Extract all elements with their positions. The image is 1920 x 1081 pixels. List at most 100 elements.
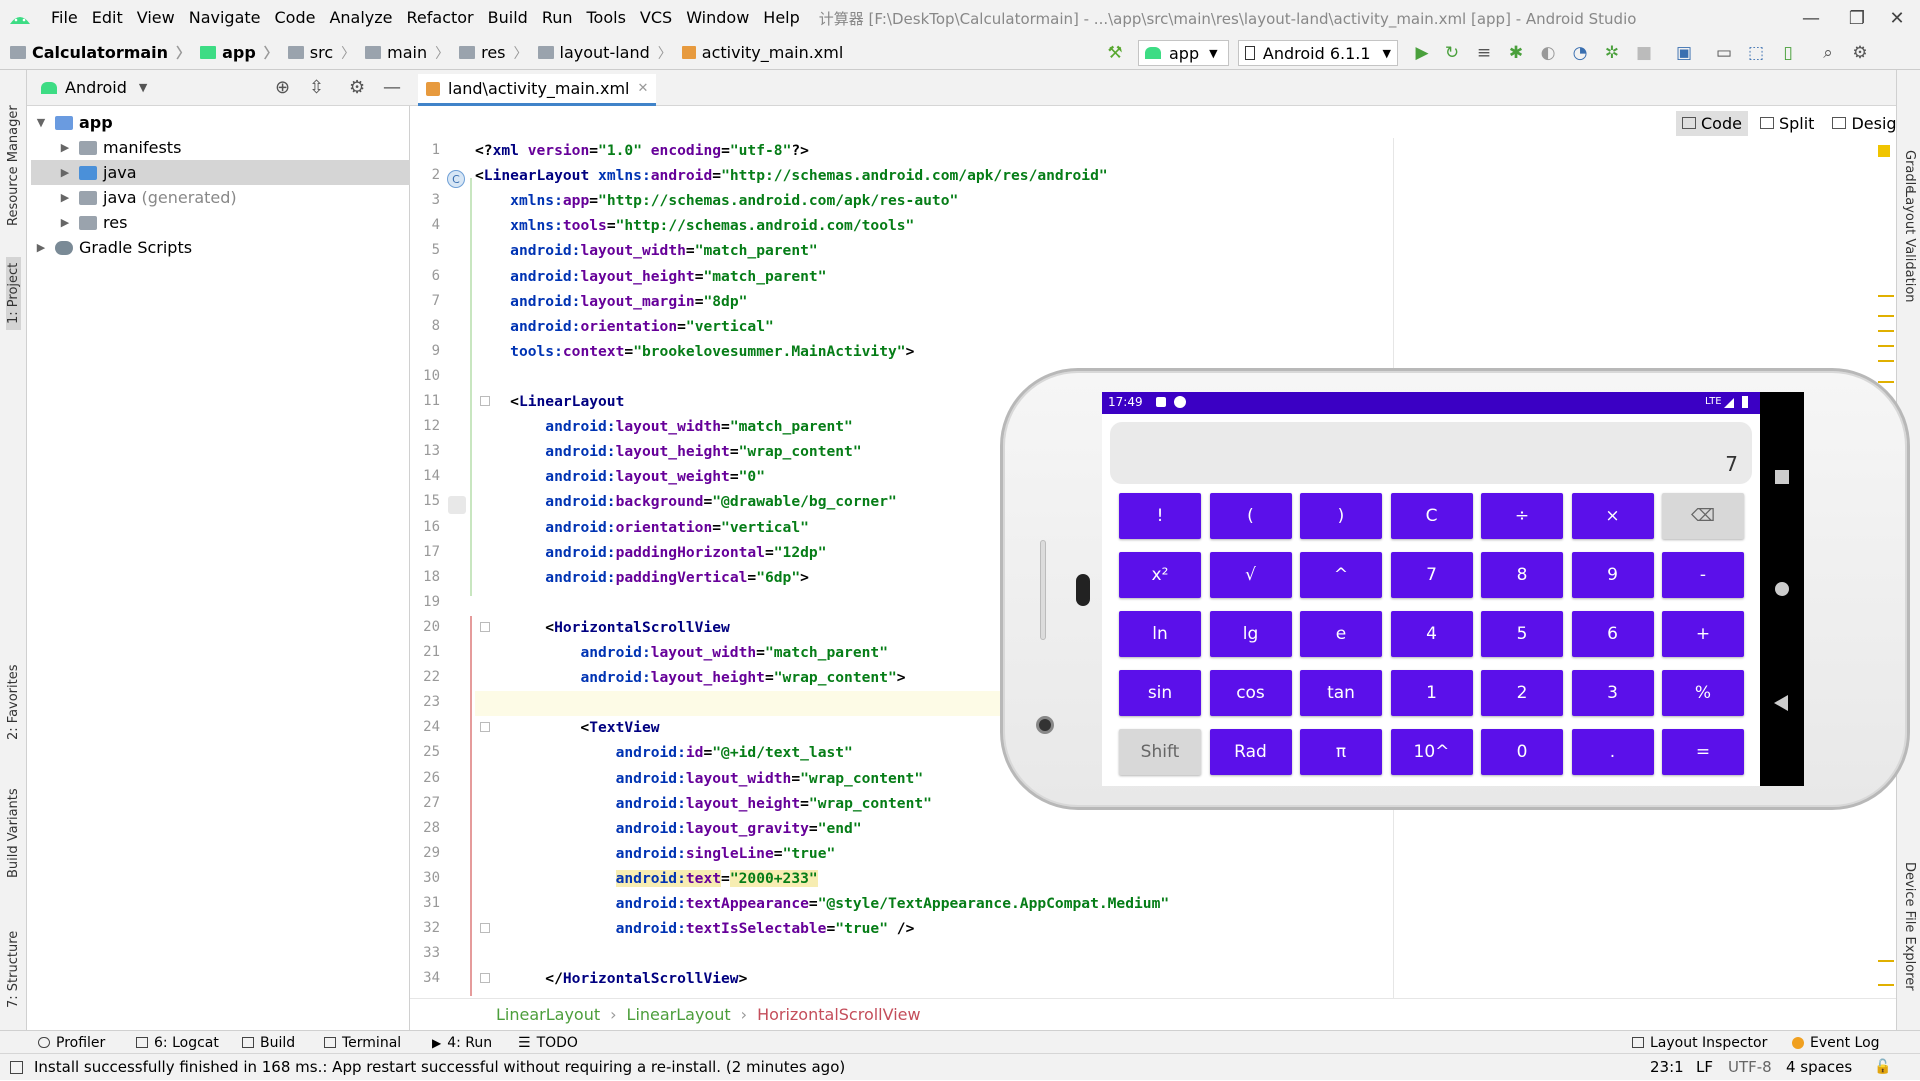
calc-key[interactable]: +	[1662, 611, 1744, 657]
locate-icon[interactable]: ⊕	[275, 77, 290, 98]
code-line[interactable]: android:layout_width="match_parent"	[475, 414, 853, 439]
calc-key[interactable]: ⌫	[1662, 493, 1744, 539]
breadcrumb-item[interactable]: activity_main.xml	[672, 43, 843, 62]
chevron-down-icon[interactable]: ▼	[35, 116, 47, 129]
line-separator[interactable]: LF	[1696, 1054, 1713, 1081]
tab-activity-main-xml[interactable]: land\activity_main.xml ✕	[418, 74, 657, 106]
build-variants-tab[interactable]: Build Variants	[6, 788, 21, 878]
calc-key[interactable]: Rad	[1209, 729, 1292, 775]
tree-item-res[interactable]: ▶ res	[31, 210, 410, 235]
menu-file[interactable]: File	[44, 0, 85, 36]
attach-debugger-icon[interactable]: ◐	[1536, 41, 1560, 65]
indent-setting[interactable]: 4 spaces	[1786, 1054, 1852, 1081]
breadcrumb-item[interactable]: res 〉	[449, 43, 528, 63]
run-icon[interactable]: ▶	[1410, 41, 1434, 65]
code-line[interactable]: android:text="2000+233"	[475, 866, 818, 891]
breadcrumb-item[interactable]: app 〉	[190, 43, 278, 63]
menu-vcs[interactable]: VCS	[633, 0, 679, 36]
code-line[interactable]: android:layout_height="wrap_content"	[475, 791, 932, 816]
warning-stripe-mark[interactable]	[1878, 295, 1894, 297]
code-line[interactable]: <HorizontalScrollView	[475, 615, 730, 640]
breadcrumb-horizontalscrollview[interactable]: HorizontalScrollView	[757, 1005, 921, 1024]
warning-stripe-mark[interactable]	[1878, 345, 1894, 347]
calc-key[interactable]: 8	[1481, 552, 1563, 598]
mode-split-button[interactable]: Split	[1754, 111, 1820, 136]
logcat-tab[interactable]: 6: Logcat	[136, 1031, 219, 1054]
menu-help[interactable]: Help	[756, 0, 806, 36]
warning-stripe-mark[interactable]	[1878, 360, 1894, 362]
gutter-color-preview-icon[interactable]	[448, 496, 466, 514]
layout-inspector-tab[interactable]: Layout Inspector	[1632, 1031, 1767, 1054]
code-line[interactable]: android:layout_height="wrap_content"	[475, 439, 861, 464]
run-tab[interactable]: ▶ 4: Run	[432, 1031, 492, 1054]
code-line[interactable]: android:layout_height="wrap_content">	[475, 665, 905, 690]
debug-icon[interactable]: ✱	[1504, 41, 1528, 65]
status-toggle-icon[interactable]	[10, 1061, 23, 1074]
apply-changes-icon[interactable]: ↻	[1440, 41, 1464, 65]
file-encoding[interactable]: UTF-8	[1728, 1054, 1772, 1081]
chevron-right-icon[interactable]: ▶	[59, 191, 71, 204]
calc-key[interactable]: 5	[1481, 611, 1563, 657]
calc-key[interactable]: 9	[1571, 552, 1654, 598]
calc-key[interactable]: √	[1209, 552, 1292, 598]
warning-stripe-mark[interactable]	[1878, 984, 1894, 986]
warning-stripe-mark[interactable]	[1878, 381, 1894, 383]
device-file-explorer-tab[interactable]: Device File Explorer	[1902, 862, 1917, 991]
close-tab-icon[interactable]: ✕	[637, 81, 648, 96]
tree-item-java[interactable]: ▶ java (generated)	[31, 185, 410, 210]
menu-build[interactable]: Build	[481, 0, 535, 36]
menu-run[interactable]: Run	[535, 0, 580, 36]
warning-stripe-mark[interactable]	[1878, 315, 1894, 317]
fold-marker-icon[interactable]	[480, 621, 490, 632]
calc-key[interactable]: 10^	[1390, 729, 1473, 775]
code-line[interactable]: <?xml version="1.0" encoding="utf-8"?>	[475, 138, 809, 163]
code-line[interactable]: android:singleLine="true"	[475, 841, 836, 866]
sdk-manager-icon[interactable]: ⬚	[1744, 41, 1768, 65]
code-line[interactable]: android:id="@+id/text_last"	[475, 740, 853, 765]
code-line[interactable]: android:layout_gravity="end"	[475, 816, 862, 841]
back-icon[interactable]	[1774, 695, 1788, 711]
calc-key[interactable]: 0	[1481, 729, 1563, 775]
resource-manager-tab[interactable]: Resource Manager	[6, 105, 21, 226]
device-combo[interactable]: Android 6.1.1 ▼	[1238, 40, 1398, 66]
chevron-right-icon[interactable]: ▶	[59, 216, 71, 229]
terminal-tab[interactable]: Terminal	[324, 1031, 401, 1054]
calc-key[interactable]: )	[1300, 493, 1382, 539]
calc-key[interactable]: ln	[1119, 611, 1201, 657]
build-tab[interactable]: Build	[242, 1031, 295, 1054]
recents-icon[interactable]	[1775, 470, 1789, 484]
attach-process-icon[interactable]: ✲	[1600, 41, 1624, 65]
calc-key[interactable]: tan	[1300, 670, 1382, 716]
warning-stripe-mark[interactable]	[1878, 330, 1894, 332]
tree-item-manifests[interactable]: ▶ manifests	[31, 135, 410, 160]
profile-icon[interactable]: ◔	[1568, 41, 1592, 65]
breadcrumb-item[interactable]: main 〉	[355, 43, 449, 63]
menu-window[interactable]: Window	[679, 0, 756, 36]
calc-key[interactable]: lg	[1209, 611, 1292, 657]
code-line[interactable]: android:textAppearance="@style/TextAppea…	[475, 891, 1170, 916]
calc-key[interactable]: ÷	[1481, 493, 1563, 539]
make-project-icon[interactable]: ⚒	[1103, 41, 1127, 65]
menu-view[interactable]: View	[130, 0, 182, 36]
close-icon[interactable]: ✕	[1874, 0, 1920, 36]
chevron-right-icon[interactable]: ▶	[59, 141, 71, 154]
calc-key[interactable]: .	[1571, 729, 1654, 775]
warning-stripe-mark[interactable]	[1878, 960, 1894, 962]
calc-key[interactable]: cos	[1209, 670, 1292, 716]
code-line[interactable]: android:textIsSelectable="true" />	[475, 916, 915, 941]
menu-analyze[interactable]: Analyze	[322, 0, 399, 36]
code-line[interactable]: android:orientation="vertical"	[475, 515, 809, 540]
calc-key[interactable]: 6	[1571, 611, 1654, 657]
settings-icon[interactable]: ⚙	[1848, 41, 1872, 65]
code-line[interactable]: tools:context="brookelovesummer.MainActi…	[475, 339, 914, 364]
code-line[interactable]: <LinearLayout	[475, 389, 624, 414]
gradle-tab[interactable]: Gradle	[1902, 150, 1917, 193]
project-view-selector[interactable]: Android	[65, 78, 127, 97]
calc-key[interactable]: =	[1662, 729, 1744, 775]
layout-validation-tab[interactable]: Layout Validation	[1902, 190, 1917, 303]
tree-item-gradle-scripts[interactable]: ▶ Gradle Scripts	[31, 235, 410, 260]
calc-key[interactable]: !	[1119, 493, 1201, 539]
code-line[interactable]: <LinearLayout xmlns:android="http://sche…	[475, 163, 1108, 188]
calc-key[interactable]: %	[1662, 670, 1744, 716]
event-log-tab[interactable]: Event Log	[1792, 1031, 1880, 1054]
